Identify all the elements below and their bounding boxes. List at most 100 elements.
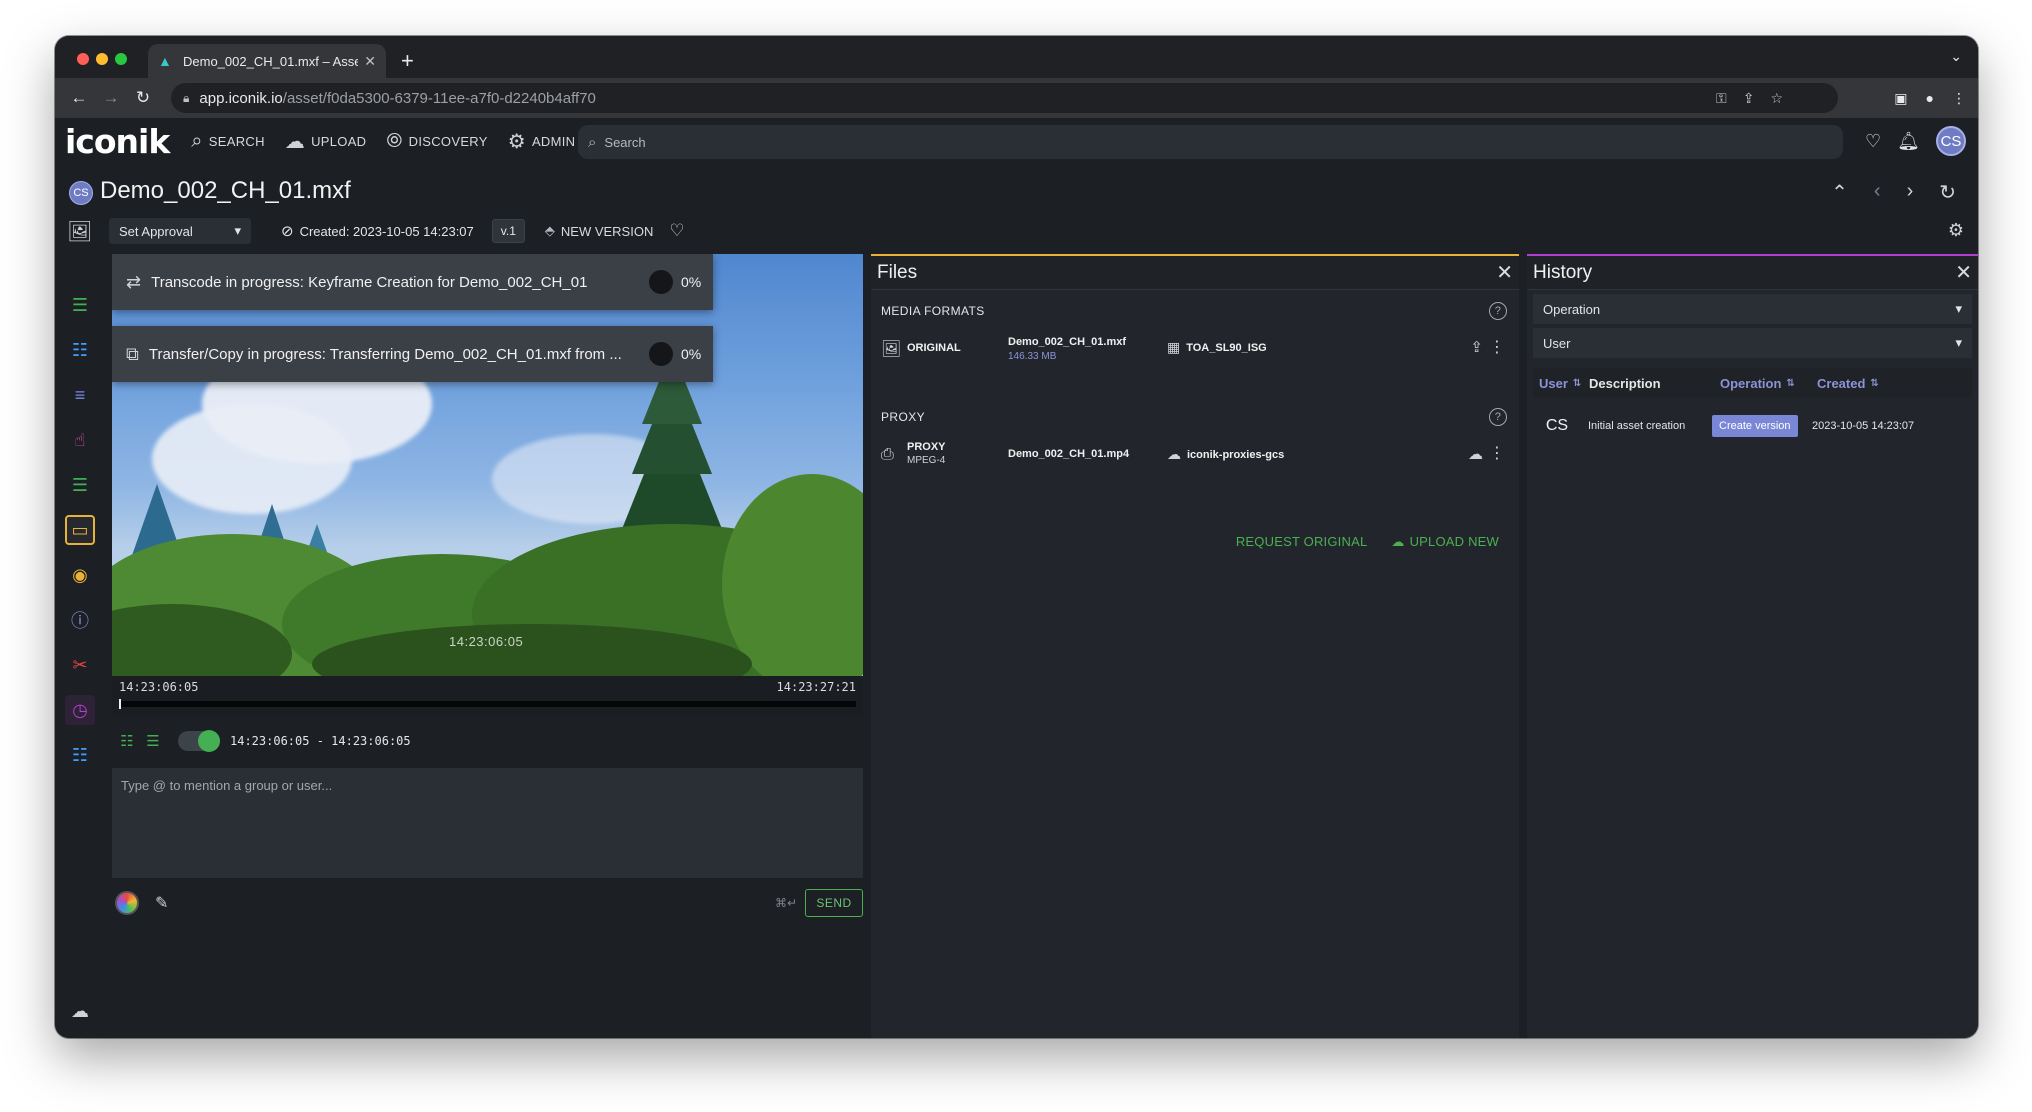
minimize-window-button[interactable] [96, 53, 108, 65]
playhead[interactable] [119, 699, 121, 709]
nav-admin[interactable]: ⚙ ADMIN [508, 129, 576, 154]
user-filter-dropdown[interactable]: User ▾ [1533, 328, 1972, 358]
send-button[interactable]: SEND [805, 889, 863, 917]
upload-new-button[interactable]: ☁ UPLOAD NEW [1391, 534, 1499, 550]
progress-circle [649, 342, 673, 366]
list-mode-icon[interactable]: ☰ [142, 732, 164, 750]
start-timecode: 14:23:06:05 [119, 680, 199, 694]
next-asset-icon[interactable]: › [1907, 180, 1914, 205]
global-search-input[interactable]: ⌕ Search [578, 125, 1843, 159]
comment-mode-icon[interactable]: ☷ [116, 732, 138, 750]
help-icon[interactable]: ? [1489, 302, 1507, 320]
history-table-header: User ⇅ Description Operation ⇅ Created ⇅ [1533, 368, 1972, 398]
nav-upload[interactable]: ☁ UPLOAD [285, 129, 367, 154]
row-created: 2023-10-05 14:23:07 [1812, 420, 1915, 432]
approval-dropdown[interactable]: Set Approval ▾ [109, 218, 251, 244]
close-tab-icon[interactable]: ✕ [364, 53, 376, 70]
timecode-range: 14:23:06:05 - 14:23:06:05 [230, 734, 411, 748]
favorite-heart-icon[interactable]: ♡ [669, 221, 684, 241]
scrubber-track[interactable] [119, 699, 856, 709]
timecode-bar: 14:23:06:05 14:23:27:21 [112, 676, 863, 716]
column-operation[interactable]: Operation ⇅ [1720, 376, 1817, 391]
cloud-download-icon[interactable]: ☁ [1468, 445, 1483, 463]
address-bar[interactable]: 🔒︎ app.iconik.io/asset/f0da5300-6379-11e… [171, 83, 1838, 113]
more-vertical-icon[interactable]: ⋮ [1489, 337, 1505, 357]
zoom-window-button[interactable] [115, 53, 127, 65]
more-vertical-icon[interactable]: ⋮ [1489, 443, 1505, 463]
refresh-icon[interactable]: ↻ [1939, 180, 1956, 205]
table-row[interactable]: CS Initial asset creation Create version… [1533, 406, 1972, 446]
favorites-heart-icon[interactable]: ♡ [1865, 131, 1881, 152]
nav-discovery[interactable]: ⦾ DISCOVERY [386, 130, 487, 153]
nav-search[interactable]: ⌕ SEARCH [191, 130, 264, 153]
files-folder-icon[interactable]: ▭ [65, 515, 95, 545]
image-icon[interactable]: 🖼︎ [67, 219, 95, 244]
iconik-logo[interactable]: iconik [65, 122, 170, 161]
iconik-favicon-icon: ▲ [158, 53, 172, 69]
video-frame[interactable]: 14:23:06:05 ⇄ Transcode in progress: Key… [112, 254, 863, 676]
toast-message: Transcode in progress: Keyframe Creation… [151, 273, 588, 291]
operation-filter-dropdown[interactable]: Operation ▾ [1533, 294, 1972, 324]
comment-input[interactable]: Type @ to mention a group or user... [112, 768, 863, 878]
asset-toolbar: 🖼︎ Set Approval ▾ ⊘ Created: 2023-10-05 … [55, 214, 1978, 248]
progress-circle [649, 270, 673, 294]
tab-search-chevron-icon[interactable]: ⌄ [1950, 48, 1962, 65]
settings-gear-icon[interactable]: ⚙ [1948, 220, 1964, 241]
new-tab-icon[interactable]: + [401, 48, 414, 74]
close-icon[interactable]: ✕ [1496, 260, 1513, 285]
proxy-file-row[interactable]: ⎙ PROXY MPEG-4 Demo_002_CH_01.mp4 ☁ icon… [871, 438, 1519, 498]
user-avatar[interactable]: CS [1936, 126, 1966, 156]
list-icon[interactable]: ☰ [65, 470, 95, 500]
timecode-range-toggle[interactable] [178, 730, 220, 752]
media-formats-label: MEDIA FORMATS [881, 304, 985, 318]
camera-icon[interactable]: ◉ [65, 560, 95, 590]
comments-icon[interactable]: ☷ [65, 335, 95, 365]
forest-illustration [112, 349, 863, 676]
history-panel-title: History [1533, 261, 1593, 283]
user-filter-value: User [1543, 335, 1571, 351]
upload-cloud-icon[interactable]: ☁ [65, 996, 95, 1026]
history-clock-icon[interactable]: ◷ [65, 695, 95, 725]
bookmark-star-icon[interactable]: ☆ [1770, 90, 1783, 107]
file-format: MPEG-4 [907, 455, 946, 466]
upload-cloud-icon: ☁ [1391, 534, 1405, 549]
share-icon[interactable]: ⇪ [1743, 90, 1755, 107]
request-original-button[interactable]: REQUEST ORIGINAL [1236, 534, 1368, 550]
column-created[interactable]: Created ⇅ [1817, 376, 1879, 391]
metadata-icon[interactable]: ☰ [65, 290, 95, 320]
hierarchy-icon[interactable]: ☷ [65, 740, 95, 770]
file-type: PROXY [907, 441, 946, 453]
transcription-icon[interactable]: ≡ [65, 380, 95, 410]
export-icon[interactable]: ⇪ [1470, 338, 1483, 356]
color-picker-icon[interactable] [115, 891, 139, 915]
help-icon[interactable]: ? [1489, 408, 1507, 426]
toggle-knob [198, 730, 220, 752]
approval-thumbs-up-icon[interactable]: ☝ [65, 425, 95, 455]
nav-search-label: SEARCH [208, 133, 265, 149]
previous-asset-icon[interactable]: ‹ [1874, 180, 1881, 205]
column-user[interactable]: User ⇅ [1533, 376, 1589, 391]
image-icon: 🖼︎ [881, 341, 902, 358]
chevron-up-icon[interactable]: ⌃ [1831, 180, 1848, 205]
pencil-draw-icon[interactable]: ✎ [155, 893, 168, 913]
notifications-bell-icon[interactable]: 🔔︎ [1897, 131, 1920, 152]
info-icon[interactable]: ⓘ [65, 605, 95, 635]
new-version-button[interactable]: ⬘ NEW VERSION [545, 223, 653, 239]
profile-icon[interactable]: ● [1926, 90, 1934, 107]
version-badge[interactable]: v.1 [491, 219, 525, 243]
caret-down-icon: ▾ [1955, 301, 1962, 316]
close-icon[interactable]: ✕ [1955, 260, 1972, 285]
original-file-row[interactable]: 🖼︎ ORIGINAL Demo_002_CH_01.mxf 146.33 MB… [871, 332, 1519, 392]
back-arrow-icon[interactable]: ← [63, 88, 95, 108]
video-overlay-timecode: 14:23:06:05 [449, 634, 524, 649]
share-relations-icon[interactable]: ✂ [65, 650, 95, 680]
key-icon[interactable]: ⚿ [1716, 90, 1727, 107]
search-placeholder: Search [604, 134, 646, 150]
operation-filter-value: Operation [1543, 301, 1601, 317]
side-panel-icon[interactable]: ▣ [1894, 90, 1907, 107]
forward-arrow-icon[interactable]: → [95, 88, 127, 108]
browser-menu-icon[interactable]: ⋮ [1952, 90, 1966, 107]
browser-tab[interactable]: ▲ Demo_002_CH_01.mxf – Asse ✕ [148, 44, 386, 78]
reload-icon[interactable]: ↻ [127, 88, 159, 108]
close-window-button[interactable] [77, 53, 89, 65]
